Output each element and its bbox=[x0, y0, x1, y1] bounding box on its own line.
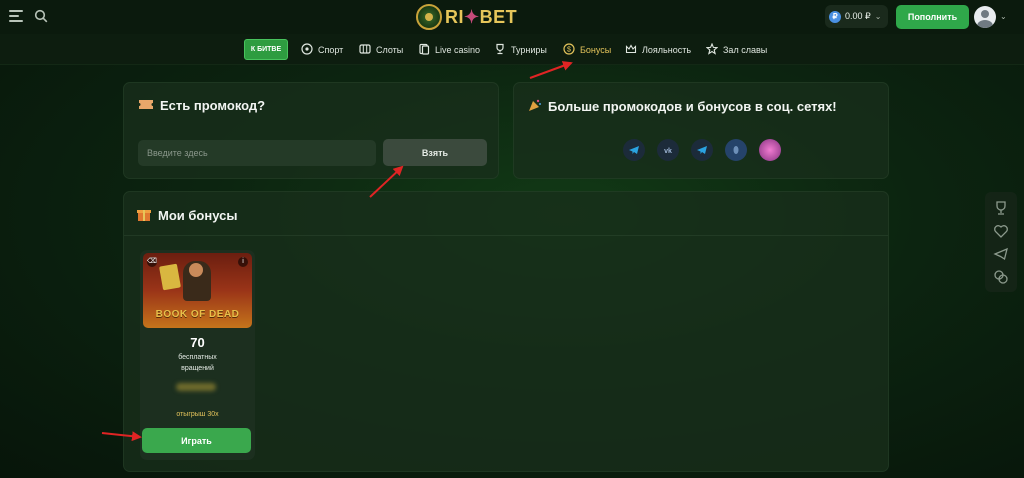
ticket-icon bbox=[138, 98, 154, 113]
search-icon[interactable] bbox=[34, 9, 48, 23]
social-panel: Больше промокодов и бонусов в соц. сетях… bbox=[513, 82, 889, 179]
wager-requirement: отыгрыш 30x bbox=[176, 411, 219, 418]
telegram-icon[interactable] bbox=[993, 246, 1009, 262]
site-logo[interactable]: RI✦BET bbox=[416, 3, 517, 31]
menu-icon[interactable] bbox=[9, 10, 23, 22]
balance-dropdown[interactable]: ₽ 0.00 ₽ ⌄ bbox=[825, 5, 888, 28]
free-spins-label: бесплатных вращений bbox=[178, 354, 217, 372]
telegram-chat-icon[interactable] bbox=[691, 139, 713, 161]
battle-button[interactable]: К БИТВЕ bbox=[244, 39, 288, 60]
nav-label: Live casino bbox=[435, 45, 481, 55]
blurred-expiry bbox=[176, 383, 216, 391]
nav-label: Спорт bbox=[318, 45, 344, 55]
nav-item-loyalty[interactable]: Лояльность bbox=[625, 42, 691, 58]
play-button[interactable]: Играть bbox=[142, 428, 251, 453]
free-spins-count: 70 bbox=[190, 335, 205, 350]
crown-icon bbox=[625, 43, 637, 57]
gift-icon bbox=[136, 206, 152, 225]
nav-item-tournaments[interactable]: Турниры bbox=[494, 42, 547, 58]
deposit-button[interactable]: Пополнить bbox=[896, 5, 969, 29]
game-thumbnail[interactable]: BOOK OF DEAD ⌫ i bbox=[143, 253, 252, 328]
support-chat-icon[interactable] bbox=[993, 269, 1009, 285]
ruble-coin-icon: ₽ bbox=[829, 10, 841, 23]
social-title: Больше промокодов и бонусов в соц. сетях… bbox=[528, 98, 837, 115]
right-toolbar bbox=[985, 192, 1017, 292]
nav-label: Лояльность bbox=[642, 45, 692, 55]
info-icon[interactable]: i bbox=[238, 257, 248, 267]
my-bonuses-title: Мои бонусы bbox=[136, 206, 237, 225]
nav-item-hall-of-fame[interactable]: Зал славы bbox=[705, 42, 768, 58]
cards-icon bbox=[418, 43, 430, 57]
nav-item-live-casino[interactable]: Live casino bbox=[418, 42, 480, 58]
user-menu[interactable]: ⌄ bbox=[974, 5, 1010, 28]
logo-emblem-icon bbox=[416, 4, 442, 30]
party-popper-icon bbox=[528, 98, 542, 115]
logo-text: RI✦BET bbox=[445, 6, 518, 27]
nav-label: Зал славы bbox=[723, 45, 768, 55]
my-bonuses-panel: Мои бонусы BOOK OF DEAD ⌫ i 70 бесплатны… bbox=[123, 191, 889, 472]
nav-item-sport[interactable]: Спорт bbox=[301, 42, 343, 58]
chevron-down-icon: ⌄ bbox=[874, 12, 882, 21]
avatar bbox=[974, 5, 996, 28]
slots-icon bbox=[359, 43, 371, 57]
soccer-ball-icon bbox=[301, 43, 313, 57]
trophy-icon[interactable] bbox=[993, 200, 1009, 216]
promo-title: Есть промокод? bbox=[138, 98, 265, 113]
pink-social-icon[interactable] bbox=[759, 139, 781, 161]
coin-icon: $ bbox=[563, 43, 575, 57]
blue-social-icon[interactable] bbox=[725, 139, 747, 161]
vk-icon[interactable]: vk bbox=[657, 139, 679, 161]
take-promo-button[interactable]: Взять bbox=[383, 139, 487, 166]
heart-icon[interactable] bbox=[993, 223, 1009, 239]
main-nav: К БИТВЕ Спорт Слоты Live casino Турниры … bbox=[0, 34, 1024, 65]
top-bar: RI✦BET ₽ 0.00 ₽ ⌄ Пополнить ⌄ bbox=[0, 0, 1024, 34]
trophy-icon bbox=[494, 43, 506, 57]
nav-item-bonuses[interactable]: $ Бонусы bbox=[563, 42, 611, 58]
nav-label: Турниры bbox=[511, 45, 547, 55]
svg-text:$: $ bbox=[567, 47, 571, 54]
divider bbox=[124, 235, 888, 236]
telegram-icon[interactable] bbox=[623, 139, 645, 161]
delete-icon[interactable]: ⌫ bbox=[147, 257, 157, 267]
game-title: BOOK OF DEAD bbox=[155, 309, 240, 320]
promo-panel: Есть промокод? Взять bbox=[123, 82, 499, 179]
book-illustration bbox=[159, 263, 181, 291]
svg-text:vk: vk bbox=[664, 148, 672, 155]
nav-label: Бонусы bbox=[580, 45, 612, 55]
social-links: vk bbox=[623, 139, 781, 161]
promo-code-input[interactable] bbox=[138, 140, 376, 166]
bonus-card: BOOK OF DEAD ⌫ i 70 бесплатных вращений … bbox=[140, 250, 255, 460]
arrow-to-bonuses bbox=[529, 61, 573, 79]
chevron-down-icon: ⌄ bbox=[1000, 12, 1007, 21]
nav-item-slots[interactable]: Слоты bbox=[359, 42, 403, 58]
balance-amount: 0.00 ₽ bbox=[845, 11, 871, 21]
nav-label: Слоты bbox=[376, 45, 404, 55]
star-icon bbox=[705, 42, 719, 57]
